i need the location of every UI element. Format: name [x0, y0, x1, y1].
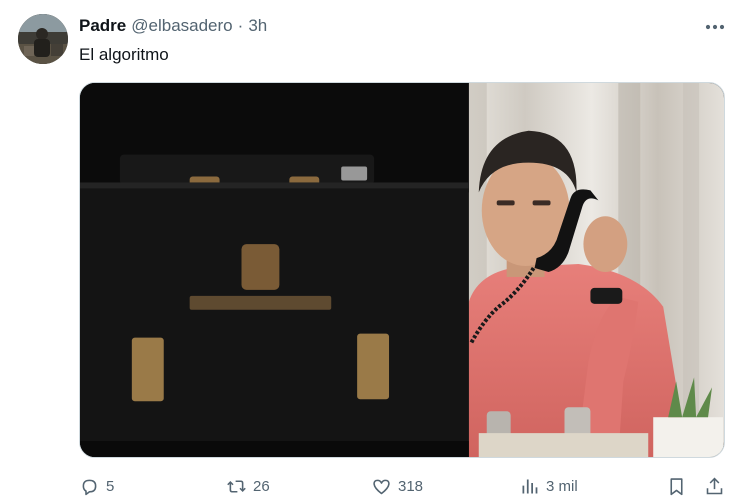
share-upload-icon	[706, 477, 723, 494]
photo-illustration	[80, 83, 724, 457]
tweet-actions-bar: 5 26 318 3 mil	[0, 474, 735, 498]
repost-arrows-icon	[227, 479, 246, 493]
tweet-header: Padre @elbasadero · 3h	[79, 16, 267, 36]
views-button[interactable]: 3 mil	[519, 474, 578, 498]
repost-button[interactable]: 26	[226, 474, 270, 498]
reply-button[interactable]: 5	[79, 474, 114, 498]
tweet-photo[interactable]	[79, 82, 725, 458]
repost-count: 26	[253, 477, 270, 495]
reply-bubble-icon	[82, 479, 97, 495]
more-dots-icon	[705, 24, 725, 30]
tweet-text: El algoritmo	[79, 45, 169, 64]
heart-icon	[373, 479, 390, 494]
reply-count: 5	[106, 477, 115, 495]
share-button[interactable]	[704, 474, 725, 498]
tweet-timestamp[interactable]: 3h	[248, 16, 267, 36]
views-bar-chart-icon	[522, 479, 538, 493]
author-avatar[interactable]	[18, 14, 68, 64]
views-count: 3 mil	[546, 477, 578, 495]
like-button[interactable]: 318	[371, 474, 423, 498]
more-options-button[interactable]	[698, 14, 732, 40]
bookmark-button[interactable]	[666, 474, 687, 498]
avatar-image	[18, 14, 68, 64]
author-display-name[interactable]: Padre	[79, 16, 126, 36]
author-handle[interactable]: @elbasadero	[131, 16, 232, 36]
bookmark-icon	[670, 477, 683, 495]
header-separator: ·	[237, 16, 244, 35]
like-count: 318	[398, 477, 424, 495]
